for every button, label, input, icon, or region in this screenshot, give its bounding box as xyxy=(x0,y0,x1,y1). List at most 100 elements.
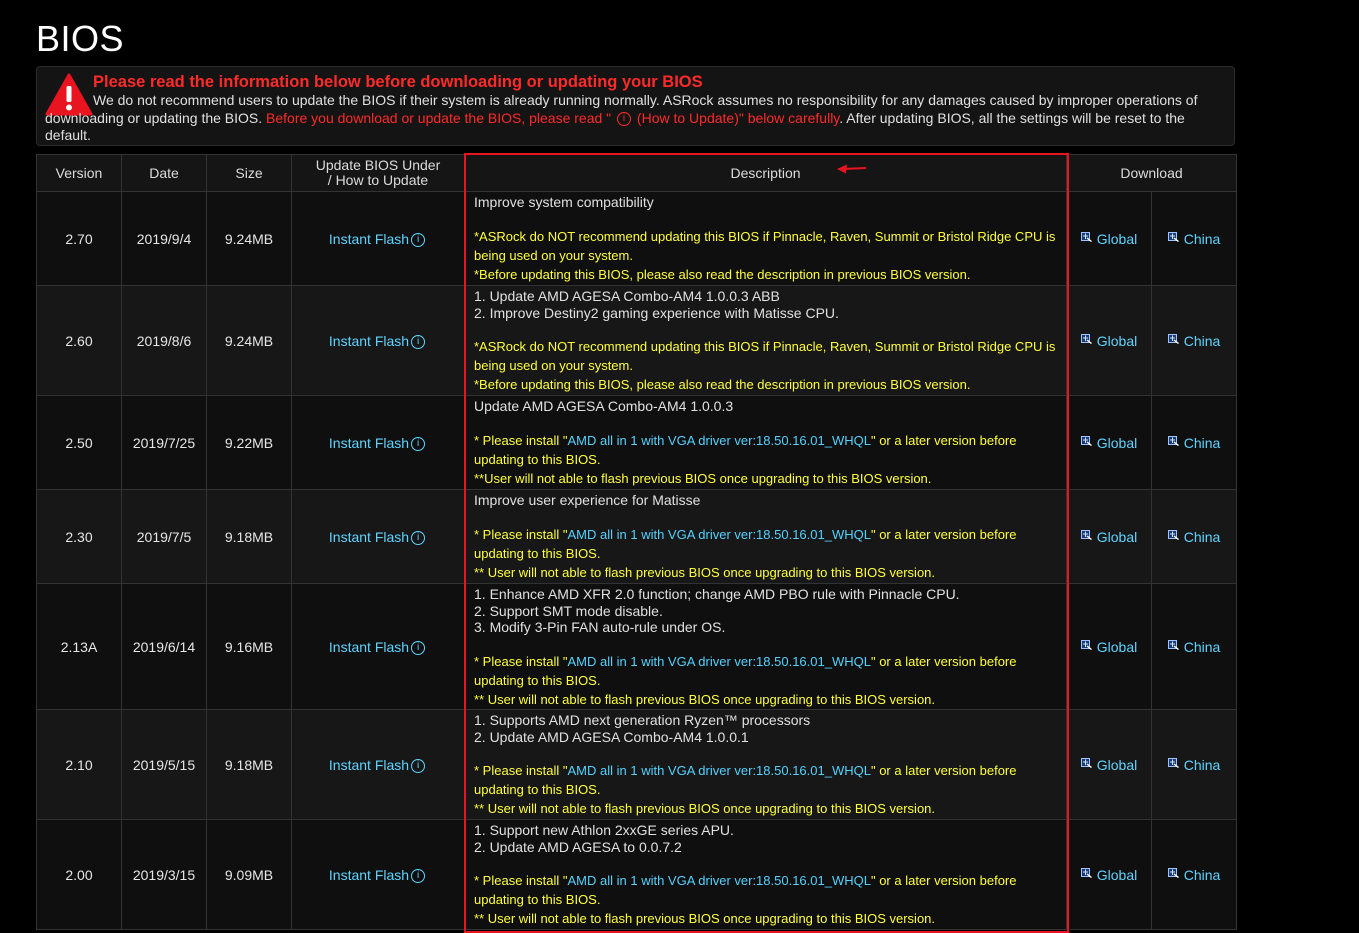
notice-text: We do not recommend users to update the … xyxy=(45,92,1229,145)
cell-description: 1. Support new Athlon 2xxGE series APU. 2… xyxy=(464,819,1067,930)
table-row: 2.30 2019/7/5 9.18MB Instant Flash i Improve … xyxy=(36,489,1238,584)
table-row: 2.13A 2019/6/14 9.16MB Instant Flash i 1. Enh… xyxy=(36,583,1238,710)
download-global-link[interactable]: Global xyxy=(1080,639,1137,655)
download-china-label: China xyxy=(1183,434,1221,451)
cell-size: 9.24MB xyxy=(206,285,292,396)
download-china-link[interactable]: China xyxy=(1167,231,1220,247)
instant-flash-link[interactable]: Instant Flash xyxy=(329,333,409,349)
instant-flash-link[interactable]: Instant Flash xyxy=(329,757,409,773)
description-note: *Before updating this BIOS, please also … xyxy=(474,265,1058,284)
notice-warning-part-b: (How to Update)" below carefully xyxy=(633,109,840,126)
cell-update-method: Instant Flash i xyxy=(291,191,465,286)
cell-size: 9.09MB xyxy=(206,819,292,930)
instant-flash-link[interactable]: Instant Flash xyxy=(329,639,409,655)
download-china-link[interactable]: China xyxy=(1167,757,1220,773)
description-line: Improve system compatibility xyxy=(474,194,654,210)
cell-description: 1. Update AMD AGESA Combo-AM4 1.0.0.3 AB… xyxy=(464,285,1067,396)
download-globe-icon xyxy=(1167,231,1179,242)
header-date: Date xyxy=(121,154,207,192)
download-global-link[interactable]: Global xyxy=(1080,867,1137,883)
info-icon[interactable]: i xyxy=(411,530,426,545)
info-icon[interactable]: i xyxy=(411,868,426,883)
table-row: 2.10 2019/5/15 9.18MB Instant Flash i 1. Supp… xyxy=(36,709,1238,820)
download-globe-icon xyxy=(1080,757,1092,768)
download-global-link[interactable]: Global xyxy=(1080,333,1137,349)
description-line: Improve user experience for Matisse xyxy=(474,492,701,508)
header-download: Download xyxy=(1065,154,1238,192)
info-icon[interactable]: i xyxy=(411,436,426,451)
description-note: ** User will not able to flash previous … xyxy=(474,799,1058,818)
download-global-link[interactable]: Global xyxy=(1080,528,1138,545)
description-note: * Please install "AMD all in 1 with VGA … xyxy=(474,525,1058,563)
header-size: Size xyxy=(206,154,292,192)
description-note: **User will not able to flash previous B… xyxy=(474,469,1058,488)
driver-link[interactable]: AMD all in 1 with VGA driver ver:18.50.1… xyxy=(568,527,871,542)
cell-update-method: Instant Flash i xyxy=(291,583,465,710)
download-china-link[interactable]: China xyxy=(1167,333,1220,349)
description-line: 2. Support SMT mode disable. xyxy=(474,602,663,619)
download-china-link[interactable]: China xyxy=(1167,638,1221,655)
cell-download-china: China xyxy=(1150,819,1238,930)
download-china-link[interactable]: China xyxy=(1167,867,1220,883)
description-line: 2. Update AMD AGESA Combo-AM4 1.0.0.1 xyxy=(474,728,749,745)
description-note: * Please install "AMD all in 1 with VGA … xyxy=(474,761,1058,799)
driver-link[interactable]: AMD all in 1 with VGA driver ver:18.50.1… xyxy=(568,763,871,778)
info-icon[interactable]: i xyxy=(411,640,426,655)
download-global-link[interactable]: Global xyxy=(1080,231,1137,247)
note-text: **User will not able to flash previous B… xyxy=(474,470,932,486)
cell-version: 2.60 xyxy=(36,285,122,396)
arrow-left-icon xyxy=(837,164,867,174)
instant-flash-link[interactable]: Instant Flash xyxy=(329,867,409,883)
note-text: *ASRock do NOT recommend updating this B… xyxy=(474,228,1056,263)
table-header-row: Version Date Size Update BIOS Under / How… xyxy=(36,154,1238,192)
description-line: 1. Enhance AMD XFR 2.0 function; change … xyxy=(474,586,960,602)
note-text: * Please install " xyxy=(474,526,568,542)
cell-download-china: China xyxy=(1150,285,1238,396)
download-global-link[interactable]: Global xyxy=(1080,435,1137,451)
driver-link[interactable]: AMD all in 1 with VGA driver ver:18.50.1… xyxy=(568,873,871,888)
download-globe-icon xyxy=(1167,529,1179,540)
cell-description: Improve user experience for Matisse * Ple… xyxy=(464,489,1067,584)
table-row: 2.60 2019/8/6 9.24MB Instant Flash i 1. Updat… xyxy=(36,285,1238,396)
info-icon[interactable]: i xyxy=(411,758,426,773)
note-text: * Please install " xyxy=(474,653,568,669)
note-text: * Please install " xyxy=(474,763,568,778)
download-china-link[interactable]: China xyxy=(1167,434,1221,451)
info-icon[interactable]: i xyxy=(411,334,426,349)
cell-download-global: Global xyxy=(1066,819,1152,930)
cell-download-china: China xyxy=(1150,583,1238,710)
header-update-method: Update BIOS Under / How to Update xyxy=(291,154,465,192)
download-global-link[interactable]: Global xyxy=(1080,757,1137,773)
note-text: ** User will not able to flash previous … xyxy=(474,911,936,926)
info-icon[interactable]: i xyxy=(411,232,426,247)
download-globe-icon xyxy=(1080,639,1092,650)
cell-download-global: Global xyxy=(1066,395,1152,490)
cell-description: Improve system compatibility *ASRock do N… xyxy=(464,191,1067,286)
cell-download-china: China xyxy=(1150,191,1238,286)
note-text: *Before updating this BIOS, please also … xyxy=(474,266,971,282)
table-row: 2.00 2019/3/15 9.09MB Instant Flash i 1. Supp… xyxy=(36,819,1238,930)
description-note: * Please install "AMD all in 1 with VGA … xyxy=(474,652,1058,690)
description-note: ** User will not able to flash previous … xyxy=(474,690,1058,709)
description-line: Update AMD AGESA Combo-AM4 1.0.0.3 xyxy=(474,398,734,414)
cell-date: 2019/5/15 xyxy=(121,709,207,820)
download-global-label: Global xyxy=(1096,528,1138,545)
notice-text-warning: Before you download or update the BIOS, … xyxy=(266,110,839,126)
driver-link[interactable]: AMD all in 1 with VGA driver ver:18.50.1… xyxy=(568,654,871,669)
instant-flash-link[interactable]: Instant Flash xyxy=(329,529,409,545)
note-text: * Please install " xyxy=(474,873,568,888)
header-version: Version xyxy=(36,154,122,192)
cell-version: 2.50 xyxy=(36,395,122,490)
driver-link[interactable]: AMD all in 1 with VGA driver ver:18.50.1… xyxy=(568,433,871,448)
description-note: ** User will not able to flash previous … xyxy=(474,563,1058,582)
info-icon: i xyxy=(617,111,632,126)
header-update-line-1: Update BIOS Under xyxy=(315,157,441,173)
download-china-link[interactable]: China xyxy=(1167,529,1220,545)
download-china-label: China xyxy=(1183,638,1221,655)
bios-table: Version Date Size Update BIOS Under / How… xyxy=(36,154,1238,930)
instant-flash-link[interactable]: Instant Flash xyxy=(329,435,409,451)
download-globe-icon xyxy=(1080,333,1092,344)
table-row: 2.70 2019/9/4 9.24MB Instant Flash i Improve … xyxy=(36,191,1238,286)
description-note: *Before updating this BIOS, please also … xyxy=(474,375,1058,394)
instant-flash-link[interactable]: Instant Flash xyxy=(329,231,409,247)
